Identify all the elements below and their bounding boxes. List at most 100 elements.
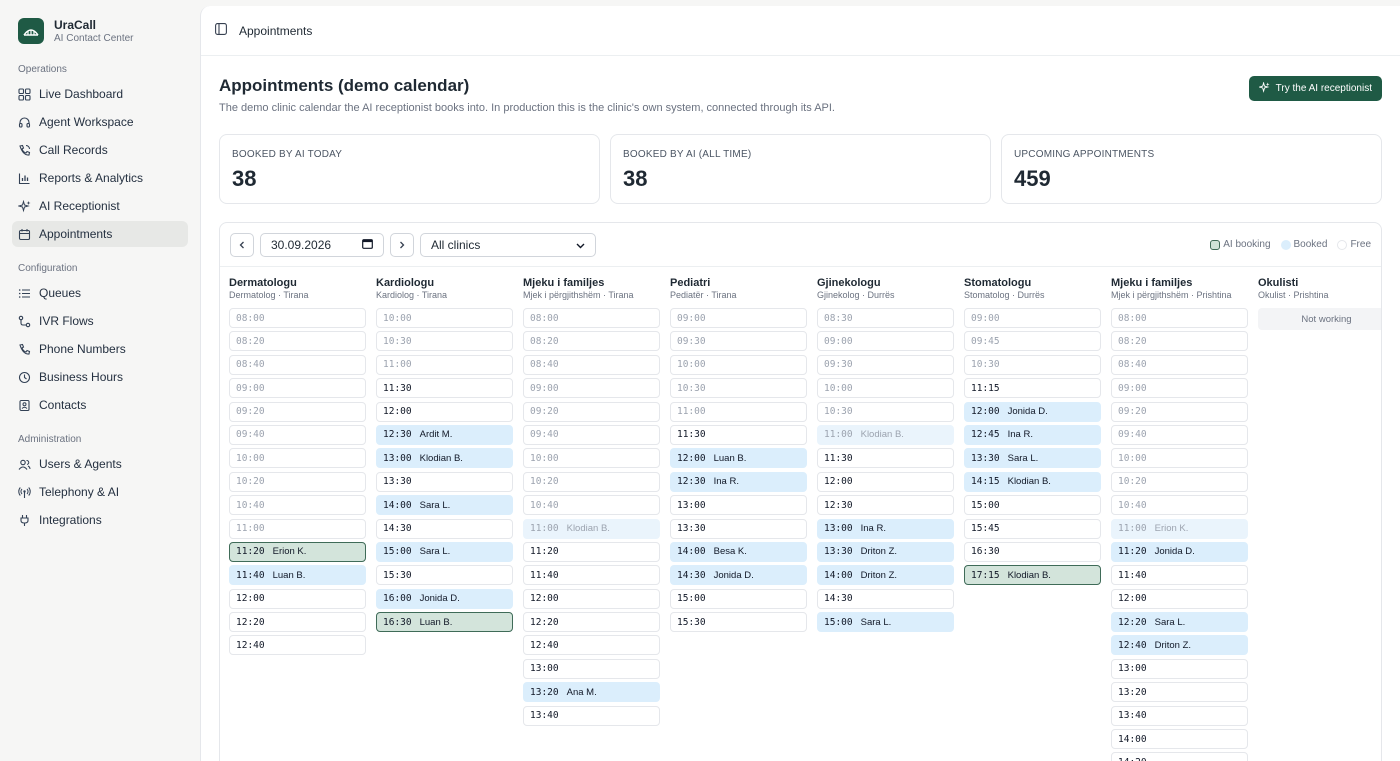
doctor-column: Mjeku i familjes Mjek i përgjithshëm · Ti…	[523, 277, 660, 761]
time-slot[interactable]: 12:00	[229, 588, 366, 609]
time-slot[interactable]: 13:40	[1111, 705, 1248, 726]
time-slot[interactable]: 14:00 Sara L.	[376, 495, 513, 516]
prev-day-button[interactable]	[230, 232, 254, 257]
slot-time: 10:20	[236, 476, 265, 488]
time-slot[interactable]: 14:00 Driton Z.	[817, 565, 954, 586]
time-slot[interactable]: 16:30	[964, 541, 1101, 562]
sidebar-item-telephony-ai[interactable]: Telephony & AI	[12, 479, 188, 505]
time-slot[interactable]: 13:30 Sara L.	[964, 448, 1101, 469]
time-slot[interactable]: 12:00	[376, 401, 513, 422]
brand[interactable]: UraCall AI Contact Center	[12, 18, 188, 44]
legend-booked: Booked	[1280, 239, 1327, 250]
time-slot[interactable]: 11:40	[1111, 565, 1248, 586]
try-ai-receptionist-button[interactable]: Try the AI receptionist	[1248, 76, 1382, 101]
clinic-filter-select[interactable]: All clinics	[420, 232, 596, 257]
time-slot[interactable]: 15:00 Sara L.	[376, 541, 513, 562]
time-slot[interactable]: 16:30 Luan B.	[376, 612, 513, 633]
time-slot: 10:20	[523, 471, 660, 492]
time-slot: 09:40	[523, 424, 660, 445]
time-slot[interactable]: 11:20	[523, 541, 660, 562]
time-slot[interactable]: 15:00 Sara L.	[817, 612, 954, 633]
slot-time: 12:40	[530, 639, 559, 651]
time-slot[interactable]: 13:20	[1111, 682, 1248, 703]
sidebar-item-ivr-flows[interactable]: IVR Flows	[12, 308, 188, 334]
time-slot[interactable]: 11:40 Luan B.	[229, 565, 366, 586]
time-slot: 08:40	[523, 354, 660, 375]
sidebar-item-phone-numbers[interactable]: Phone Numbers	[12, 336, 188, 362]
time-slot[interactable]: 12:30	[817, 495, 954, 516]
time-slot[interactable]: 12:40 Driton Z.	[1111, 635, 1248, 656]
time-slot[interactable]: 11:40	[523, 565, 660, 586]
time-slot[interactable]: 15:30	[376, 565, 513, 586]
sidebar-toggle-icon[interactable]	[215, 23, 227, 38]
time-slot[interactable]: 14:00	[1111, 729, 1248, 750]
sidebar-item-reports-analytics[interactable]: Reports & Analytics	[12, 165, 188, 191]
time-slot[interactable]: 13:00 Klodian B.	[376, 448, 513, 469]
time-slot[interactable]: 13:30	[376, 471, 513, 492]
time-slot[interactable]: 12:40	[229, 635, 366, 656]
time-slot[interactable]: 11:30	[376, 378, 513, 399]
time-slot[interactable]: 14:30	[376, 518, 513, 539]
time-slot[interactable]: 16:00 Jonida D.	[376, 588, 513, 609]
time-slot[interactable]: 11:00 Klodian B.	[523, 518, 660, 539]
time-slot[interactable]: 13:40	[523, 705, 660, 726]
time-slot[interactable]: 11:20 Erion K.	[229, 541, 366, 562]
sidebar-item-users-agents[interactable]: Users & Agents	[12, 451, 188, 477]
slot-time: 14:30	[677, 569, 706, 581]
time-slot[interactable]: 13:20 Ana M.	[523, 682, 660, 703]
date-input[interactable]: 30.09.2026	[260, 232, 384, 257]
time-slot[interactable]: 15:30	[670, 612, 807, 633]
time-slot[interactable]: 13:30 Driton Z.	[817, 541, 954, 562]
slot-time: 09:30	[824, 359, 853, 371]
time-slot[interactable]: 15:00	[670, 588, 807, 609]
time-slot[interactable]: 11:15	[964, 378, 1101, 399]
time-slot[interactable]: 15:45	[964, 518, 1101, 539]
sidebar-item-appointments[interactable]: Appointments	[12, 221, 188, 247]
time-slot[interactable]: 12:30 Ina R.	[670, 471, 807, 492]
time-slot[interactable]: 13:00	[523, 658, 660, 679]
legend-label: Free	[1350, 239, 1371, 250]
sidebar-item-integrations[interactable]: Integrations	[12, 507, 188, 533]
time-slot[interactable]: 15:00	[964, 495, 1101, 516]
time-slot[interactable]: 14:30 Jonida D.	[670, 565, 807, 586]
sidebar-item-agent-workspace[interactable]: Agent Workspace	[12, 109, 188, 135]
time-slot[interactable]: 13:00	[670, 495, 807, 516]
time-slot[interactable]: 11:00 Klodian B.	[817, 424, 954, 445]
next-day-button[interactable]	[390, 232, 414, 257]
slot-patient: Driton Z.	[860, 569, 898, 581]
time-slot[interactable]: 14:20	[1111, 752, 1248, 761]
time-slot[interactable]: 12:20 Sara L.	[1111, 612, 1248, 633]
sidebar-item-business-hours[interactable]: Business Hours	[12, 364, 188, 390]
time-slot[interactable]: 12:00	[817, 471, 954, 492]
time-slot[interactable]: 12:30 Ardit M.	[376, 424, 513, 445]
time-slot[interactable]: 12:20	[523, 612, 660, 633]
time-slot[interactable]: 11:30	[670, 424, 807, 445]
time-slot[interactable]: 12:00 Luan B.	[670, 448, 807, 469]
slot-time: 12:00	[824, 476, 853, 488]
slot-time: 08:00	[530, 312, 559, 324]
sidebar-item-label: Live Dashboard	[39, 87, 124, 101]
time-slot[interactable]: 12:00 Jonida D.	[964, 401, 1101, 422]
sidebar-item-queues[interactable]: Queues	[12, 280, 188, 306]
time-slot[interactable]: 14:00 Besa K.	[670, 541, 807, 562]
calendar-picker-icon[interactable]	[362, 238, 373, 252]
time-slot[interactable]: 11:30	[817, 448, 954, 469]
time-slot[interactable]: 17:15 Klodian B.	[964, 565, 1101, 586]
time-slot[interactable]: 13:00 Ina R.	[817, 518, 954, 539]
time-slot[interactable]: 12:00	[1111, 588, 1248, 609]
time-slot[interactable]: 13:00	[1111, 658, 1248, 679]
time-slot[interactable]: 12:00	[523, 588, 660, 609]
time-slot[interactable]: 11:00 Erion K.	[1111, 518, 1248, 539]
sidebar-item-contacts[interactable]: Contacts	[12, 392, 188, 418]
time-slot[interactable]: 11:20 Jonida D.	[1111, 541, 1248, 562]
sidebar-item-ai-receptionist[interactable]: AI Receptionist	[12, 193, 188, 219]
time-slot[interactable]: 12:20	[229, 612, 366, 633]
sidebar-item-call-records[interactable]: Call Records	[12, 137, 188, 163]
time-slot[interactable]: 13:30	[670, 518, 807, 539]
users-icon	[18, 458, 31, 471]
time-slot[interactable]: 12:40	[523, 635, 660, 656]
time-slot[interactable]: 14:15 Klodian B.	[964, 471, 1101, 492]
time-slot[interactable]: 14:30	[817, 588, 954, 609]
time-slot[interactable]: 12:45 Ina R.	[964, 424, 1101, 445]
sidebar-item-live-dashboard[interactable]: Live Dashboard	[12, 81, 188, 107]
